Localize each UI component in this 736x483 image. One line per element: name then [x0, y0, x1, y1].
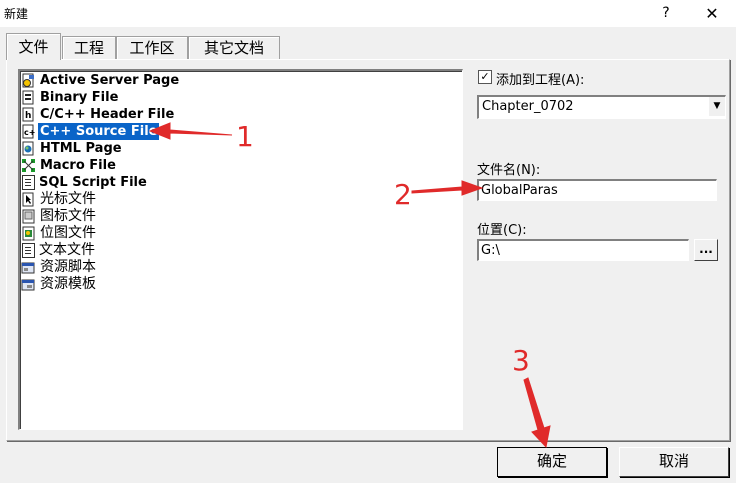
annotation-arrows — [148, 122, 551, 449]
annotation-label-2: 2 — [394, 178, 412, 211]
annotation-arrow-2 — [411, 180, 484, 196]
annotation-arrow-1 — [148, 122, 233, 140]
tab-files[interactable]: 文件 — [6, 33, 61, 60]
annotation-label-3: 3 — [512, 344, 530, 377]
annotation-arrow-3 — [523, 377, 551, 449]
annotation-label-1: 1 — [236, 120, 254, 153]
